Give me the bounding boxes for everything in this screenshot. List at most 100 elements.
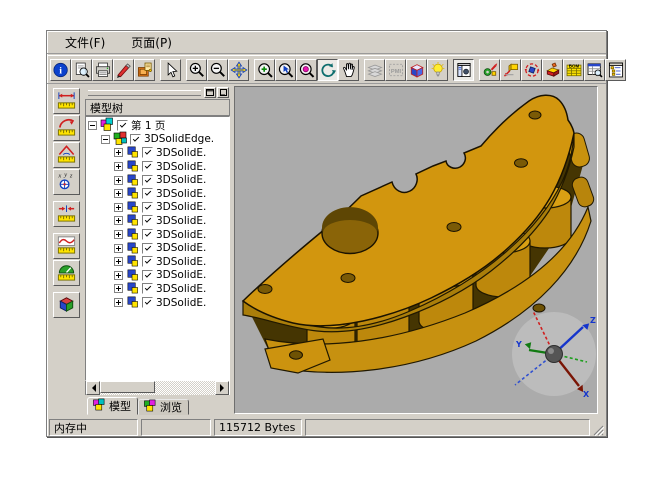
scrollbar-track[interactable] [100,381,215,395]
expand-icon[interactable] [114,298,123,307]
tree-node-label[interactable]: 3DSolidE. [156,229,206,241]
expand-icon[interactable] [114,271,123,280]
tree-row[interactable]: 3DSolidE. [88,173,229,187]
visibility-checkbox[interactable] [142,297,153,308]
visibility-checkbox[interactable] [142,161,153,172]
light-bulb-button[interactable] [427,59,448,81]
measure-linear-button[interactable] [53,88,80,114]
expand-icon[interactable] [114,162,123,171]
tree-row[interactable]: 3DSolidE. [88,269,229,283]
print-button[interactable] [92,59,113,81]
zoom-window-button[interactable] [254,59,275,81]
panel-mini-titlebar[interactable] [85,86,230,99]
measure-curve-button[interactable] [53,233,80,259]
expand-icon[interactable] [114,203,123,212]
expand-icon[interactable] [114,148,123,157]
collapse-icon[interactable] [88,121,97,130]
hide-panel-button[interactable] [217,87,229,98]
zoom-pointer-button[interactable] [275,59,296,81]
measure-angle-button[interactable] [53,142,80,168]
tree-row[interactable]: 3DSolidE. [88,228,229,242]
layers-button[interactable] [364,59,385,81]
measure-radius-button[interactable] [53,115,80,141]
visibility-checkbox[interactable] [142,188,153,199]
report-table-button[interactable] [584,59,605,81]
tree-row[interactable]: 第 1 页 [88,119,229,133]
panel-toggle-button[interactable] [453,59,474,81]
measure-volume-button[interactable] [53,292,80,318]
visibility-checkbox[interactable] [117,120,128,131]
visibility-checkbox[interactable] [142,243,153,254]
print-preview-button[interactable] [71,59,92,81]
tree-node-label[interactable]: 3DSolidE. [156,242,206,254]
bom-button[interactable]: BOM [563,59,584,81]
visibility-checkbox[interactable] [130,134,141,145]
viewport-3d[interactable]: Z X Y [234,86,598,414]
visibility-checkbox[interactable] [142,283,153,294]
tab-browse[interactable]: 浏览 [138,399,189,415]
visibility-checkbox[interactable] [142,229,153,240]
menu-page[interactable]: 页面(P) [125,32,178,53]
measure-coordinate-button[interactable]: xyz [53,169,80,195]
tree-node-label[interactable]: 3DSolidE. [156,269,206,281]
visibility-checkbox[interactable] [142,270,153,281]
tree-node-label[interactable]: 3DSolidE. [156,297,206,309]
scroll-right-button[interactable] [215,381,229,395]
tree-row[interactable]: 3DSolidE. [88,146,229,160]
tree-row[interactable]: 3DSolidE. [88,241,229,255]
zoom-out-button[interactable] [207,59,228,81]
explode-part-button[interactable] [542,59,563,81]
zoom-all-button[interactable] [296,59,317,81]
scrollbar-thumb[interactable] [100,381,155,393]
scroll-left-button[interactable] [86,381,100,395]
visibility-checkbox[interactable] [142,202,153,213]
expand-icon[interactable] [114,216,123,225]
tree-node-label[interactable]: 3DSolidE. [156,283,206,295]
expand-icon[interactable] [114,244,123,253]
model-tree[interactable]: 第 1 页3DSolidEdge.3DSolidE.3DSolidE.3DSol… [85,116,230,381]
tree-node-label[interactable]: 3DSolidE. [156,201,206,213]
panel-drag-grip[interactable] [88,90,201,96]
tree-view-button[interactable] [605,59,626,81]
tree-row[interactable]: 3DSolidE. [88,255,229,269]
pmi-button[interactable]: PMI [385,59,406,81]
select-cursor-button[interactable] [160,59,181,81]
collapse-icon[interactable] [101,135,110,144]
tree-node-label[interactable]: 3DSolidEdge. [144,133,214,145]
visibility-checkbox[interactable] [142,215,153,226]
tree-node-label[interactable]: 3DSolidE. [156,161,206,173]
tree-row[interactable]: 3DSolidE. [88,296,229,310]
tree-row[interactable]: 3DSolidE. [88,160,229,174]
expand-icon[interactable] [114,230,123,239]
tree-h-scrollbar[interactable] [85,381,230,395]
tree-node-label[interactable]: 3DSolidE. [156,256,206,268]
expand-icon[interactable] [114,257,123,266]
tree-row[interactable]: 3DSolidE. [88,201,229,215]
tab-model[interactable]: 模型 [87,397,138,415]
tree-row[interactable]: 3DSolidEdge. [88,133,229,147]
resize-grip[interactable] [592,424,604,436]
zoom-in-button[interactable] [186,59,207,81]
rotate-view-button[interactable] [317,59,338,81]
expand-icon[interactable] [114,176,123,185]
expand-icon[interactable] [114,189,123,198]
visibility-checkbox[interactable] [142,175,153,186]
measure-distance-button[interactable] [53,201,80,227]
tools-gear-button[interactable] [479,59,500,81]
render-box-button[interactable] [406,59,427,81]
tree-node-label[interactable]: 3DSolidE. [156,174,206,186]
measure-area-button[interactable] [53,260,80,286]
tree-node-label[interactable]: 3DSolidE. [156,215,206,227]
move-part-button[interactable] [500,59,521,81]
visibility-checkbox[interactable] [142,256,153,267]
stamp-button[interactable] [134,59,155,81]
tree-node-label[interactable]: 3DSolidE. [156,147,206,159]
tree-row[interactable]: 3DSolidE. [88,214,229,228]
tree-row[interactable]: 3DSolidE. [88,187,229,201]
float-panel-button[interactable] [204,87,216,98]
rotate-part-button[interactable] [521,59,542,81]
menu-file[interactable]: 文件(F) [59,32,111,53]
annotate-pen-button[interactable] [113,59,134,81]
pan-hand-button[interactable] [338,59,359,81]
info-button[interactable]: i [50,59,71,81]
